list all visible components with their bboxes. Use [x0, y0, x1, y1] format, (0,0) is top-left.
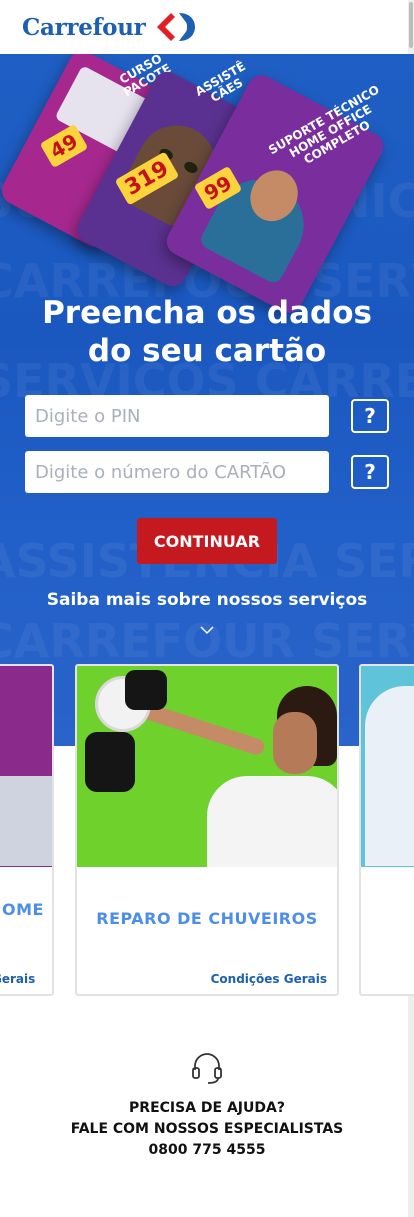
- service-image: [0, 666, 52, 867]
- support-section: PRECISA DE AJUDA? FALE COM NOSSOS ESPECI…: [0, 1050, 414, 1161]
- service-card-prev[interactable]: OME s Gerais: [0, 664, 54, 996]
- service-image: [361, 666, 414, 867]
- scrollbar-thumb[interactable]: [409, 2, 413, 48]
- support-heading: PRECISA DE AJUDA?: [129, 1100, 285, 1116]
- pin-input[interactable]: [25, 395, 329, 437]
- pin-help-button[interactable]: ?: [351, 399, 389, 433]
- carrefour-logo-icon[interactable]: [151, 9, 199, 45]
- brand-name[interactable]: Carrefour: [22, 14, 146, 41]
- learn-more-link[interactable]: Saiba mais sobre nossos serviços: [0, 590, 414, 610]
- support-phone[interactable]: 0800 775 4555: [0, 1140, 414, 1161]
- card-help-button[interactable]: ?: [351, 455, 389, 489]
- service-title: REPARO DE CHUVEIROS: [96, 909, 318, 928]
- continue-button[interactable]: CONTINUAR: [137, 518, 277, 564]
- support-subheading: FALE COM NOSSOS ESPECIALISTAS: [70, 1121, 344, 1137]
- headset-icon: [192, 1053, 222, 1084]
- service-card-next[interactable]: [359, 664, 414, 996]
- conditions-link[interactable]: s Gerais: [0, 958, 42, 986]
- service-image-shower-repair: [77, 666, 337, 867]
- service-card-shower[interactable]: REPARO DE CHUVEIROS Condições Gerais: [75, 664, 339, 996]
- page-title: Preencha os dados do seu cartão: [42, 295, 372, 369]
- conditions-link[interactable]: Condições Gerais: [211, 972, 327, 986]
- chevron-down-icon[interactable]: [199, 624, 215, 636]
- service-title: OME: [2, 900, 44, 919]
- card-number-input[interactable]: [25, 451, 329, 493]
- header: Carrefour: [0, 0, 414, 54]
